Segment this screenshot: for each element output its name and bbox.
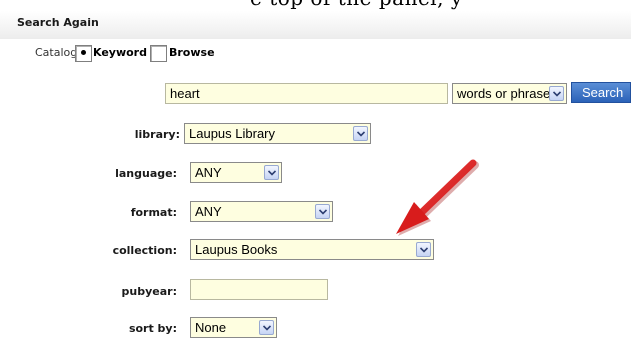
red-arrow-icon xyxy=(396,159,479,236)
